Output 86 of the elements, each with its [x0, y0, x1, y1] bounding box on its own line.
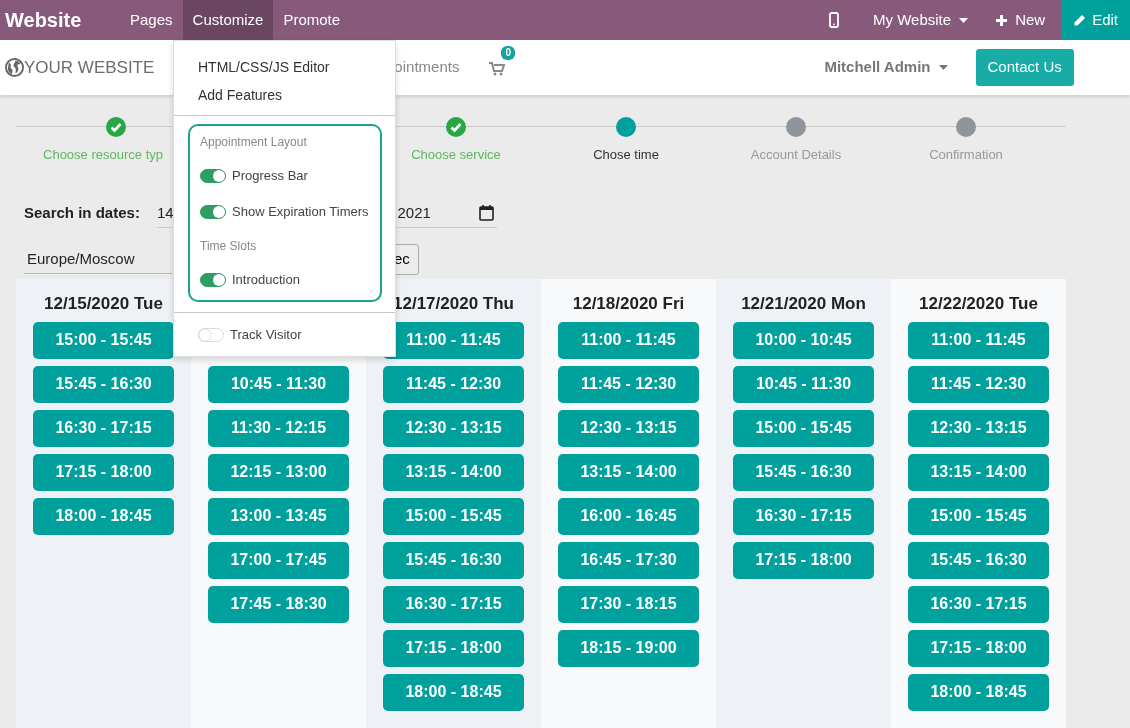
caret-icon [938, 65, 948, 70]
time-slot-button[interactable]: 11:00 - 11:45 [383, 321, 524, 359]
mobile-icon[interactable] [829, 12, 840, 28]
time-slot-button[interactable]: 13:15 - 14:00 [383, 453, 524, 491]
step-label: Confirmation [929, 146, 1003, 164]
contact-us-button[interactable]: Contact Us [975, 49, 1074, 86]
time-slot-button[interactable]: 18:00 - 18:45 [908, 673, 1049, 711]
app-title: Website [4, 8, 83, 33]
toggle-switch[interactable] [200, 169, 226, 183]
cart-count-badge: 0 [501, 46, 515, 60]
edit-button[interactable]: Edit [1061, 0, 1130, 40]
logo-text[interactable]: YOUR WEBSITE [24, 54, 155, 81]
time-slot-button[interactable]: 16:30 - 17:15 [908, 585, 1049, 623]
time-slot-button[interactable]: 16:30 - 17:15 [733, 497, 874, 535]
nav-tab[interactable]: Pages [120, 0, 183, 40]
section-heading: Time Slots [199, 238, 258, 255]
time-slot-button[interactable]: 15:00 - 15:45 [33, 321, 174, 359]
time-slot-button[interactable]: 12:30 - 13:15 [558, 409, 699, 447]
time-slot-button[interactable]: 17:45 - 18:30 [208, 585, 349, 623]
day-heading: 12/21/2020 Mon [741, 292, 866, 315]
time-slot-button[interactable]: 10:45 - 11:30 [733, 365, 874, 403]
step-label: Choose resource typ [43, 146, 163, 164]
toggle-switch[interactable] [200, 205, 226, 219]
option-label: Introduction [232, 271, 300, 290]
time-slot-button[interactable]: 17:00 - 17:45 [208, 541, 349, 579]
option-label: Progress Bar [232, 167, 308, 186]
time-slot-button[interactable]: 13:15 - 14:00 [558, 453, 699, 491]
time-slot-button[interactable]: 11:45 - 12:30 [908, 365, 1049, 403]
caret-icon [959, 17, 969, 23]
option-label: Show Expiration Timers [232, 203, 369, 222]
time-slot-button[interactable]: 17:15 - 18:00 [33, 453, 174, 491]
day-heading: 12/18/2020 Fri [572, 292, 685, 315]
nav-tab[interactable]: Customize [182, 0, 274, 40]
section-heading: Appointment Layout [199, 134, 308, 151]
cart-icon[interactable] [489, 62, 506, 77]
time-slot-button[interactable]: 15:45 - 16:30 [33, 365, 174, 403]
time-slot-button[interactable]: 15:45 - 16:30 [908, 541, 1049, 579]
time-slot-button[interactable]: 11:30 - 12:15 [208, 409, 349, 447]
day-heading: 12/15/2020 Tue [44, 292, 163, 315]
time-slot-button[interactable]: 10:45 - 11:30 [208, 365, 349, 403]
time-slot-button[interactable]: 15:00 - 15:45 [733, 409, 874, 447]
plus-icon [996, 14, 1008, 26]
day-heading: 12/17/2020 Thu [393, 292, 514, 315]
time-slot-button[interactable]: 16:30 - 17:15 [383, 585, 524, 623]
time-slot-button[interactable]: 11:45 - 12:30 [383, 365, 524, 403]
time-slot-button[interactable]: 12:15 - 13:00 [208, 453, 349, 491]
nav-link[interactable]: ointments [394, 56, 460, 79]
time-slot-button[interactable]: 11:00 - 11:45 [908, 321, 1049, 359]
search-label: Search in dates: [24, 203, 140, 223]
time-slot-button[interactable]: 16:30 - 17:15 [33, 409, 174, 447]
pencil-icon [1073, 13, 1087, 27]
time-slot-button[interactable]: 15:45 - 16:30 [383, 541, 524, 579]
time-slot-button[interactable]: 17:30 - 18:15 [558, 585, 699, 623]
time-slot-button[interactable]: 15:00 - 15:45 [383, 497, 524, 535]
time-slot-button[interactable]: 16:00 - 16:45 [558, 497, 699, 535]
step-label: Chose time [593, 146, 659, 164]
time-slot-button[interactable]: 12:30 - 13:15 [908, 409, 1049, 447]
time-slot-button[interactable]: 13:00 - 13:45 [208, 497, 349, 535]
step-label: Account Details [750, 146, 842, 164]
time-slot-button[interactable]: 10:00 - 10:45 [733, 321, 874, 359]
time-slot-button[interactable]: 18:00 - 18:45 [383, 673, 524, 711]
time-slot-button[interactable]: 16:45 - 17:30 [558, 541, 699, 579]
menu-item[interactable]: HTML/CSS/JS Editor [174, 53, 354, 81]
step-label: Choose service [411, 146, 501, 164]
time-slot-button[interactable]: 15:00 - 15:45 [908, 497, 1049, 535]
toggle-switch[interactable] [200, 273, 226, 287]
calendar-icon [478, 204, 494, 221]
user-menu[interactable]: Mitchell Admin [818, 55, 954, 80]
time-slot-button[interactable]: 18:00 - 18:45 [33, 497, 174, 535]
new-button[interactable]: New [986, 0, 1056, 40]
time-slot-button[interactable]: 11:00 - 11:45 [558, 321, 699, 359]
time-slot-button[interactable]: 17:15 - 18:00 [908, 629, 1049, 667]
time-slot-button[interactable]: 17:15 - 18:00 [733, 541, 874, 579]
time-slot-button[interactable]: 13:15 - 14:00 [908, 453, 1049, 491]
time-slot-button[interactable]: 12:30 - 13:15 [383, 409, 524, 447]
time-slot-button[interactable]: 18:15 - 19:00 [558, 629, 699, 667]
time-slot-button[interactable]: 17:15 - 18:00 [383, 629, 524, 667]
website-dropdown[interactable]: My Website [863, 0, 979, 40]
nav-tab[interactable]: Promote [273, 0, 351, 40]
option-label: Track Visitor [230, 326, 302, 345]
timezone-select[interactable]: Europe/Moscow [24, 244, 172, 274]
globe-icon [5, 58, 24, 77]
menu-item[interactable]: Add Features [174, 81, 307, 109]
time-slot-button[interactable]: 15:45 - 16:30 [733, 453, 874, 491]
time-slot-button[interactable]: 11:45 - 12:30 [558, 365, 699, 403]
day-heading: 12/22/2020 Tue [919, 292, 1038, 315]
